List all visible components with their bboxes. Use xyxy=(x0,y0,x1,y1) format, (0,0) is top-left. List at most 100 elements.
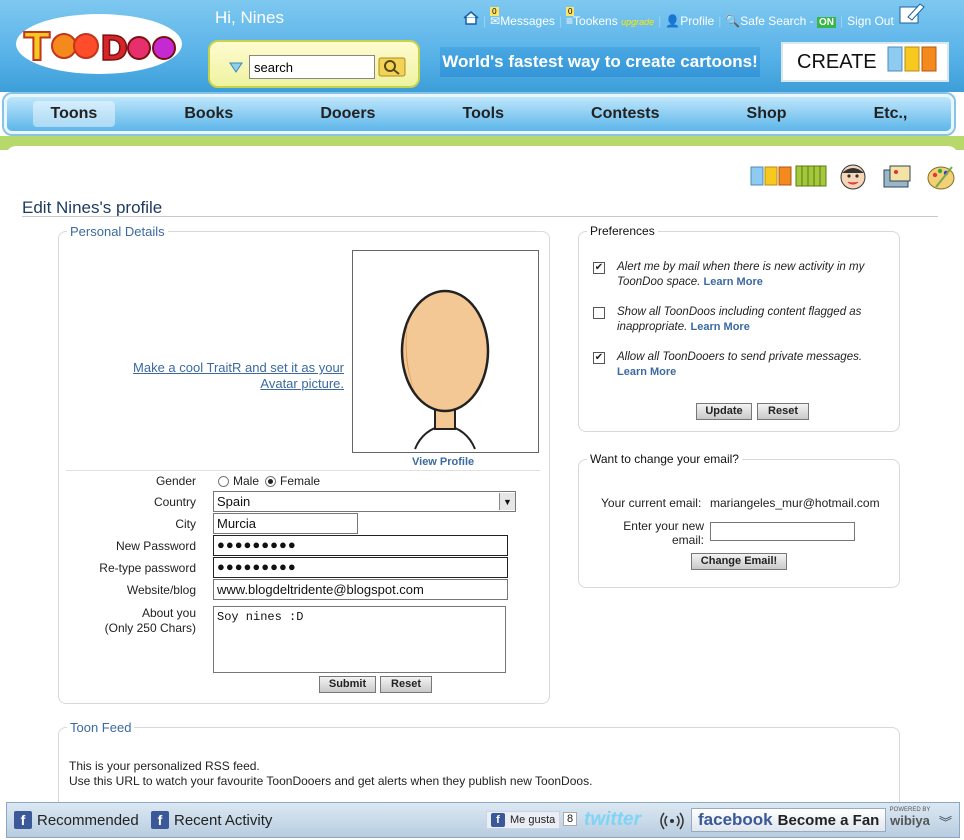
separator: | xyxy=(840,14,844,28)
page-title: Edit Nines's profile xyxy=(22,198,163,217)
new-password-input[interactable]: ●●●●●●●●● xyxy=(213,535,508,556)
toondoo-logo[interactable]: T D xyxy=(14,10,184,78)
nav-toons[interactable]: Toons xyxy=(32,101,116,127)
like-count: 8 xyxy=(563,812,578,826)
nav-dooers[interactable]: Dooers xyxy=(302,101,393,127)
change-email-legend: Want to change your email? xyxy=(590,452,739,466)
wibiya-logo: wibiya xyxy=(890,813,930,828)
alert-mail-checkbox[interactable]: ✔ xyxy=(593,262,605,274)
edit-pencil-icon[interactable] xyxy=(898,1,926,28)
gender-male-option[interactable]: Male xyxy=(218,474,259,488)
learn-more-link[interactable]: Learn More xyxy=(691,321,750,333)
twitter-button[interactable]: twitter xyxy=(584,809,641,831)
gender-radio-group: Male Female xyxy=(218,474,320,488)
separator: | xyxy=(483,14,487,28)
nav-tools[interactable]: Tools xyxy=(445,101,522,127)
top-nav: | 0 ✉Messages | 0 ≡Tookens upgrade | 👤Pr… xyxy=(463,3,926,28)
title-divider xyxy=(22,216,938,217)
panels-icon xyxy=(887,46,937,78)
nav-books[interactable]: Books xyxy=(166,101,251,127)
country-value: Spain xyxy=(217,494,251,509)
change-email-button[interactable]: Change Email! xyxy=(691,553,787,570)
gender-female-label: Female xyxy=(280,474,321,488)
chevron-down-icon[interactable]: ▼ xyxy=(499,493,515,510)
nav-contests[interactable]: Contests xyxy=(573,101,677,127)
feed-description: This is your personalized RSS feed. xyxy=(69,759,260,773)
like-label: Me gusta xyxy=(510,814,556,826)
nav-etc[interactable]: Etc., xyxy=(856,101,926,127)
wibiya-brand[interactable]: POWERED BY wibiya xyxy=(887,807,933,828)
radio-waves-icon[interactable] xyxy=(659,811,685,831)
become-fan-button[interactable]: facebook Become a Fan xyxy=(691,808,887,832)
svg-text:D: D xyxy=(100,29,128,69)
search-dropdown-icon[interactable] xyxy=(228,60,244,77)
about-textarea[interactable]: Soy nines :D xyxy=(213,606,506,673)
gender-label: Gender xyxy=(155,474,196,488)
form-divider xyxy=(66,470,540,471)
learn-more-link[interactable]: Learn More xyxy=(617,366,676,378)
collapse-chevron-icon[interactable]: ︾ xyxy=(939,812,952,831)
traitr-avatar-link[interactable]: Make a cool TraitR and set it as your Av… xyxy=(110,360,344,392)
safe-search-link[interactable]: 🔍Safe Search - ON xyxy=(725,14,836,28)
recommended-label: Recommended xyxy=(37,811,139,829)
search-icon[interactable] xyxy=(378,56,406,81)
website-input[interactable] xyxy=(213,579,508,600)
preferences-reset-button[interactable]: Reset xyxy=(757,403,809,420)
magnifier-icon: 🔍 xyxy=(725,14,741,28)
like-button[interactable]: f Me gusta xyxy=(486,811,561,829)
nav-shop[interactable]: Shop xyxy=(729,101,805,127)
messages-label: Messages xyxy=(500,14,555,28)
palette-icon[interactable] xyxy=(926,163,960,190)
upgrade-link[interactable]: upgrade xyxy=(621,17,654,27)
learn-more-link[interactable]: Learn More xyxy=(704,276,763,288)
gender-female-option[interactable]: Female xyxy=(265,474,320,488)
home-icon[interactable] xyxy=(463,11,479,28)
wibiya-toolbar: f Recommended f Recent Activity f Me gusta … xyxy=(6,802,960,838)
pref-alert-mail: Alert me by mail when there is new activ… xyxy=(617,260,885,290)
recent-activity-label: Recent Activity xyxy=(174,811,273,829)
recommended-button[interactable]: f Recommended xyxy=(14,811,139,829)
about-sublabel: (Only 250 Chars) xyxy=(104,621,196,635)
messages-link[interactable]: 0 ✉Messages xyxy=(490,7,555,28)
retype-password-input[interactable]: ●●●●●●●●● xyxy=(213,557,508,578)
show-flagged-checkbox[interactable] xyxy=(593,307,605,319)
recent-activity-button[interactable]: f Recent Activity xyxy=(151,811,272,829)
website-label: Website/blog xyxy=(126,583,196,597)
new-email-input[interactable] xyxy=(710,522,855,541)
safe-search-label: Safe Search - xyxy=(740,14,814,28)
create-button[interactable]: CREATE xyxy=(781,42,949,82)
city-input[interactable] xyxy=(213,513,358,534)
sign-out-link[interactable]: Sign Out xyxy=(847,14,894,28)
profile-link[interactable]: 👤Profile xyxy=(665,14,714,28)
face-icon[interactable] xyxy=(838,163,872,190)
new-email-label: Enter your new email: xyxy=(623,519,704,547)
book-icon[interactable] xyxy=(794,163,828,189)
feed-instructions: Use this URL to watch your favourite Too… xyxy=(69,774,593,788)
personal-details-legend: Personal Details xyxy=(70,224,165,239)
separator: | xyxy=(718,14,722,28)
retype-password-label: Re-type password xyxy=(99,561,196,575)
become-fan-label: Become a Fan xyxy=(777,811,880,829)
radio-male[interactable] xyxy=(218,476,229,488)
pref-show-flagged: Show all ToonDoos including content flag… xyxy=(617,305,885,335)
country-select[interactable]: Spain ▼ xyxy=(213,491,516,512)
list-icon: ≡ xyxy=(566,14,574,28)
search-input[interactable] xyxy=(249,55,375,79)
toon-panels-icon[interactable] xyxy=(750,163,792,189)
tookens-link[interactable]: 0 ≡Tookens upgrade xyxy=(566,7,654,28)
view-profile-link[interactable]: View Profile xyxy=(412,456,474,468)
radio-female[interactable] xyxy=(265,476,277,488)
envelope-icon: ✉ xyxy=(490,14,501,28)
main-nav: Toons Books Dooers Tools Contests Shop E… xyxy=(4,94,954,134)
tagline: World's fastest way to create cartoons! xyxy=(440,47,760,77)
update-button[interactable]: Update xyxy=(696,403,752,420)
tookens-count: 0 xyxy=(566,7,575,16)
personal-reset-button[interactable]: Reset xyxy=(380,676,432,693)
private-messages-checkbox[interactable]: ✔ xyxy=(593,352,605,364)
photo-icon[interactable] xyxy=(882,163,916,189)
preferences-legend: Preferences xyxy=(590,224,655,238)
safe-search-status-badge: ON xyxy=(817,17,836,28)
about-label: About you xyxy=(141,606,196,620)
submit-button[interactable]: Submit xyxy=(319,676,376,693)
svg-text:T: T xyxy=(24,25,50,69)
